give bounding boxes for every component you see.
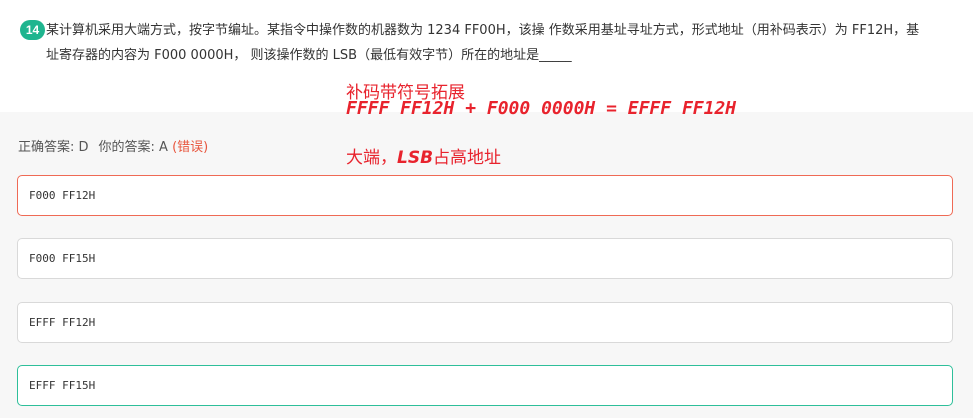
option-d[interactable]: EFFF FF15H [17,365,953,406]
option-a[interactable]: F000 FF12H [17,175,953,216]
quiz-page: 14 某计算机采用大端方式，按字节编址。某指令中操作数的机器数为 1234 FF… [0,0,973,418]
note-prefix: 大端， [346,148,397,168]
correct-answer-label: 正确答案: D [18,140,89,155]
question-panel: 14 某计算机采用大端方式，按字节编址。某指令中操作数的机器数为 1234 FF… [0,0,973,112]
answer-result: 正确答案: D 你的答案: A (错误) [18,136,208,155]
note-lsb: LSB [397,148,434,168]
option-b[interactable]: F000 FF15H [17,238,953,279]
answer-status-badge: (错误) [172,140,209,155]
note-suffix: 占高地址 [433,148,502,168]
question-number-badge: 14 [20,20,45,40]
your-answer-label: 你的答案: A [98,140,168,155]
question-text: 某计算机采用大端方式，按字节编址。某指令中操作数的机器数为 1234 FF00H… [46,23,920,63]
handwritten-note-big-endian: 大端，LSB占高地址 [346,143,501,168]
option-c[interactable]: EFFF FF12H [17,302,953,343]
handwritten-note-calculation: FFFF FF12H + F000 0000H = EFFF FF12H [346,98,737,119]
